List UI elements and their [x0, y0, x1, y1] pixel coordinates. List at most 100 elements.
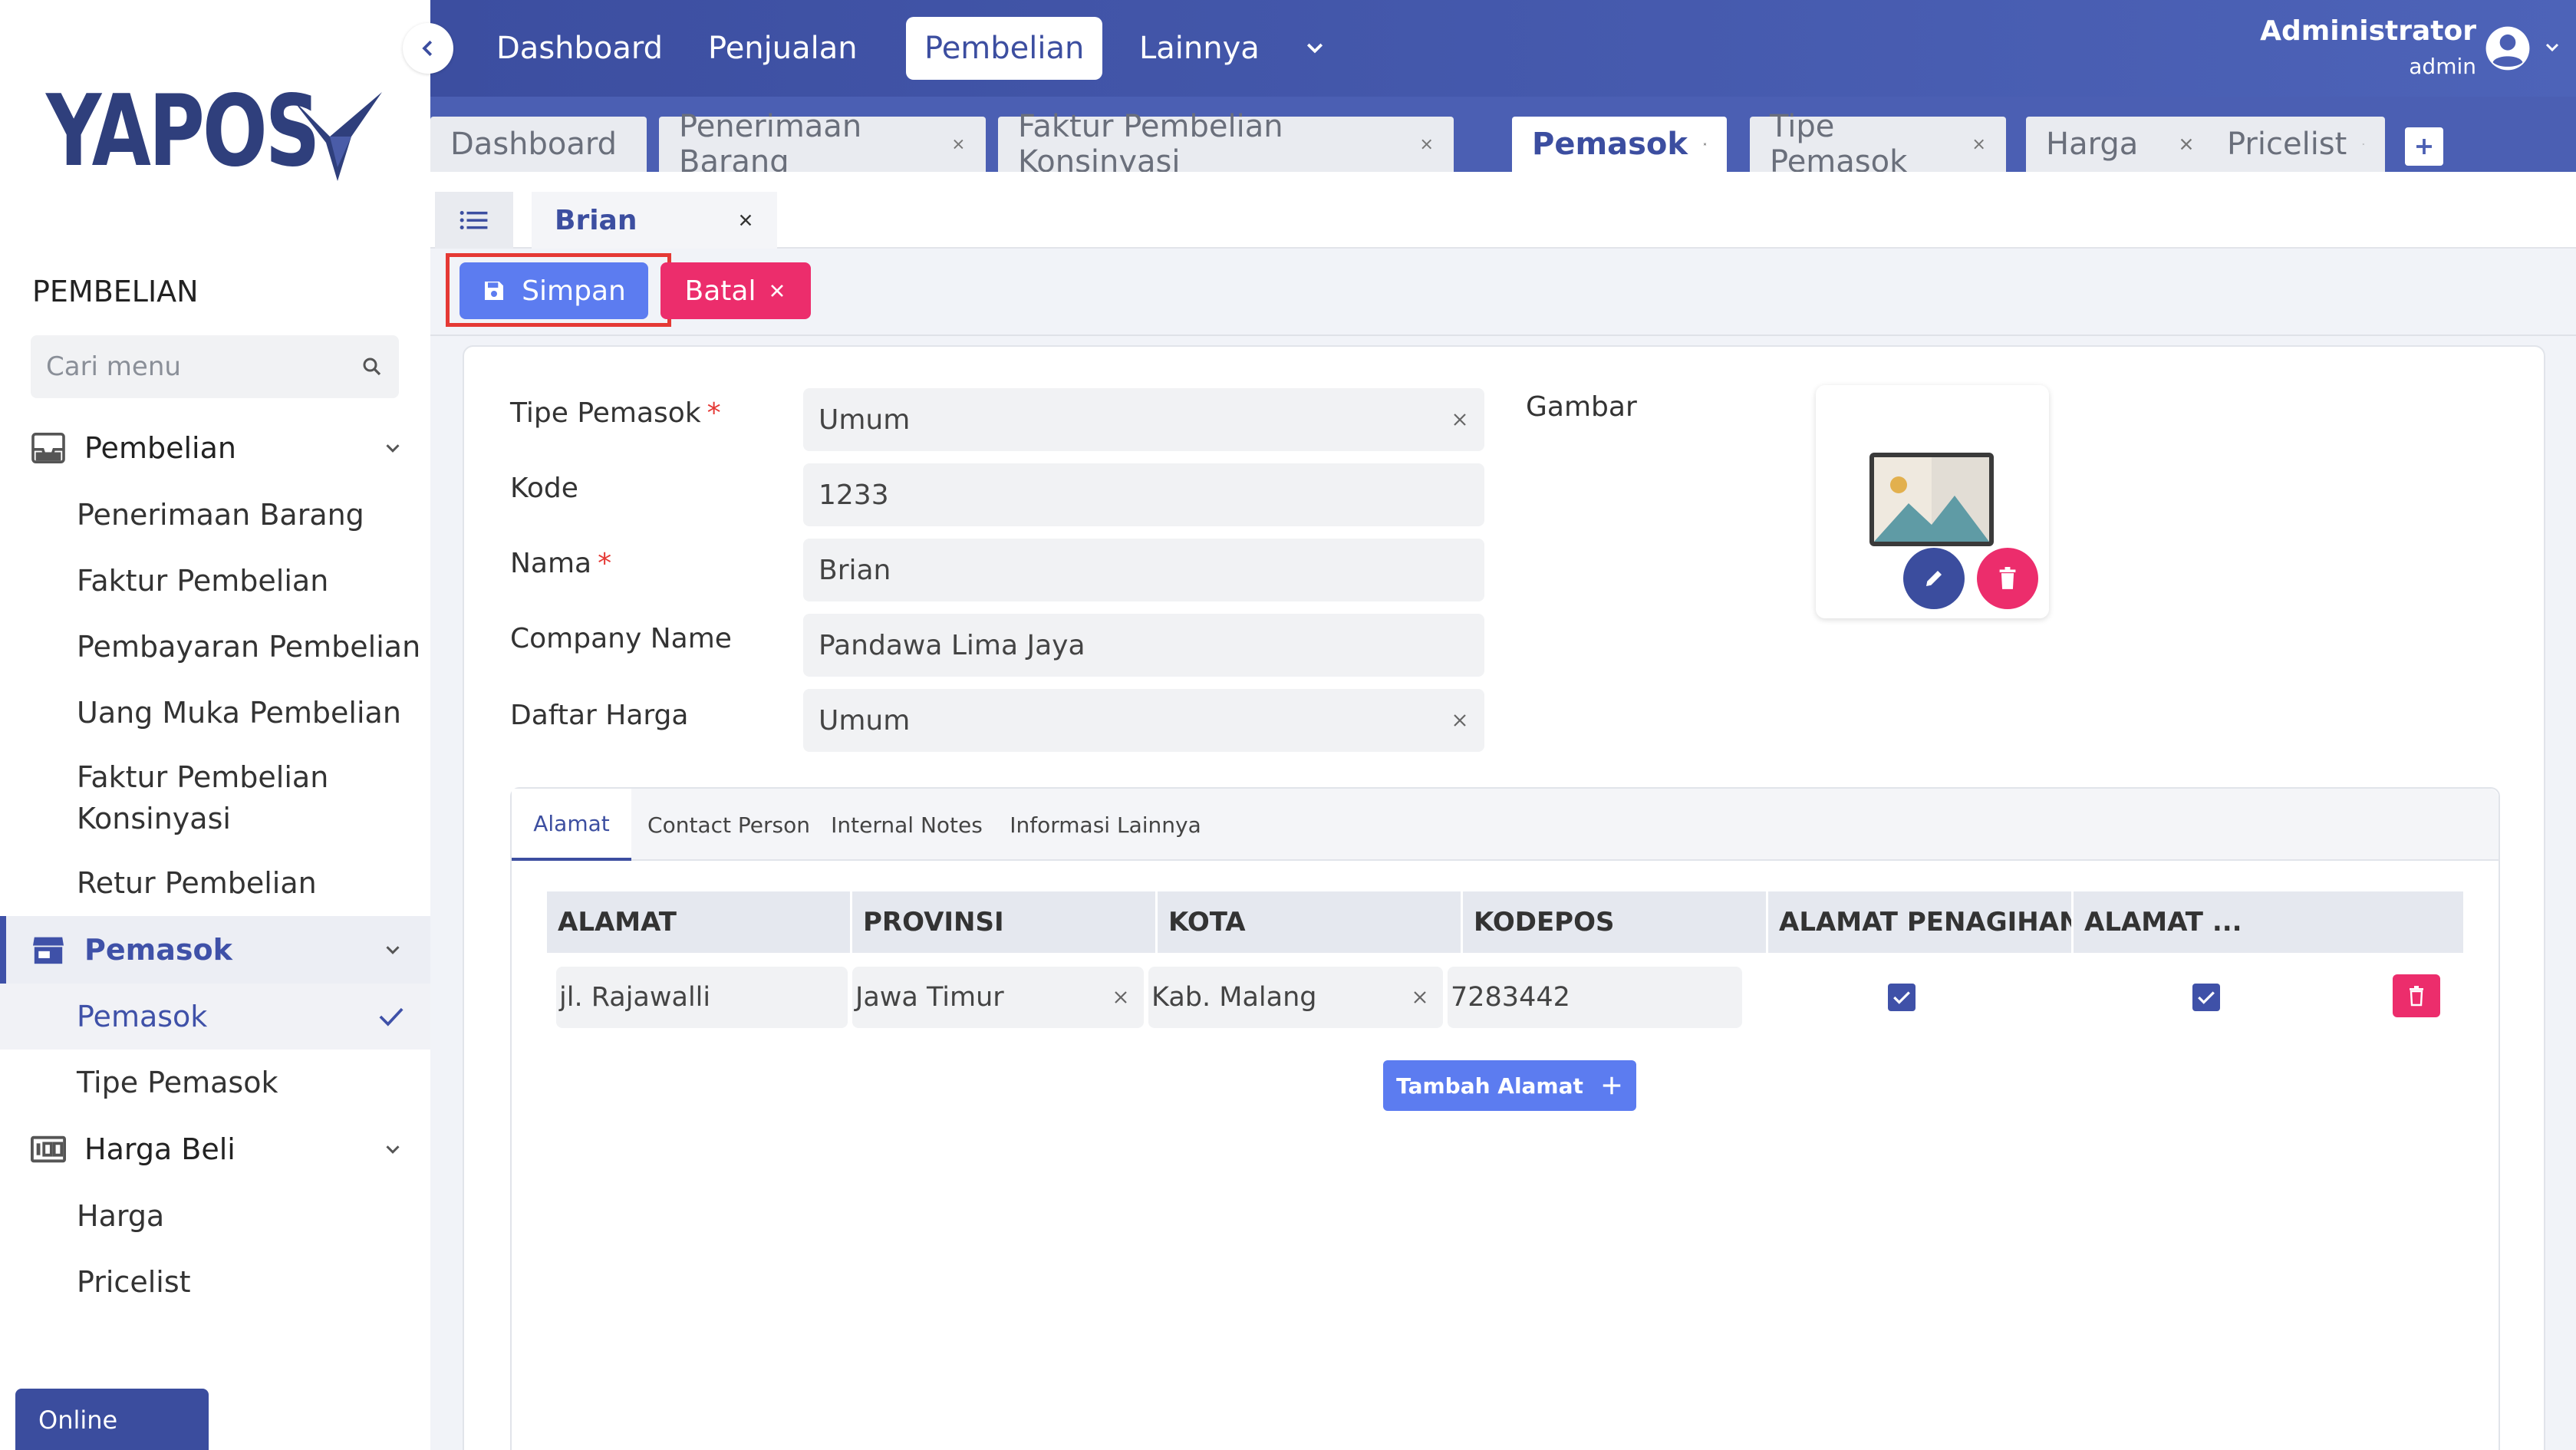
logo-text: YAPOS	[46, 74, 320, 189]
provinsi-cell-select[interactable]: Jawa Timur	[852, 967, 1144, 1028]
sidebar-item-pembayaran-pembelian[interactable]: Pembayaran Pembelian	[0, 614, 430, 680]
kode-input[interactable]: 1233	[803, 463, 1484, 526]
delete-row-button[interactable]	[2393, 974, 2440, 1017]
online-status-button[interactable]: Online	[15, 1389, 209, 1450]
column-header-alamat-lain: ALAMAT ...	[2084, 907, 2242, 938]
add-tab-button[interactable]	[2405, 127, 2443, 166]
record-tab-brian[interactable]: Brian	[532, 192, 777, 249]
alamat-lain-checkbox[interactable]	[2192, 984, 2220, 1011]
sidebar-collapse-button[interactable]	[403, 23, 453, 74]
search-icon[interactable]	[361, 355, 384, 378]
action-toolbar: Simpan Batal	[430, 249, 2576, 336]
edit-image-button[interactable]	[1903, 548, 1965, 609]
cell-value: Kab. Malang	[1151, 982, 1317, 1013]
window-tab-dashboard[interactable]: Dashboard	[430, 117, 647, 172]
window-tab-label: Harga	[2046, 127, 2139, 162]
sidebar-section-title: PEMBELIAN	[32, 275, 199, 308]
clear-icon[interactable]	[1112, 988, 1130, 1007]
check-icon	[379, 1007, 404, 1027]
price-tag-icon	[31, 1135, 66, 1163]
sidebar-item-pricelist[interactable]: Pricelist	[0, 1249, 430, 1315]
window-tab-label: Tipe Pemasok	[1770, 109, 1908, 180]
field-label-text: Tipe Pemasok	[510, 397, 701, 429]
kodepos-cell-input[interactable]: 7283442	[1448, 967, 1742, 1028]
add-address-button[interactable]: Tambah Alamat	[1383, 1060, 1636, 1111]
chevron-down-icon[interactable]	[1302, 37, 1328, 60]
clear-icon[interactable]	[1411, 988, 1429, 1007]
company-name-input[interactable]: Pandawa Lima Jaya	[803, 614, 1484, 677]
nav-dashboard[interactable]: Dashboard	[478, 17, 681, 80]
plus-icon	[1603, 1076, 1621, 1095]
save-button[interactable]: Simpan	[460, 262, 648, 319]
nama-input[interactable]: Brian	[803, 539, 1484, 601]
yapos-logo[interactable]: YAPOS	[46, 83, 394, 181]
clear-icon[interactable]	[1451, 711, 1469, 730]
column-header-alamat: ALAMAT	[547, 891, 852, 953]
tab-informasi-lainnya[interactable]: Informasi Lainnya	[1000, 789, 1211, 861]
close-icon[interactable]	[737, 212, 754, 229]
required-mark: *	[598, 548, 612, 579]
save-button-label: Simpan	[522, 275, 626, 307]
chevron-down-icon[interactable]	[2542, 38, 2562, 57]
tab-contact-person[interactable]: Contact Person	[642, 789, 815, 861]
close-icon[interactable]	[1703, 136, 1707, 153]
user-avatar-icon[interactable]	[2484, 25, 2532, 72]
sidebar-item-uang-muka-pembelian[interactable]: Uang Muka Pembelian	[0, 680, 430, 746]
window-tab-penerimaan-barang[interactable]: Penerimaan Barang	[659, 109, 986, 180]
chevron-left-icon	[422, 40, 433, 57]
window-tab-tipe-pemasok[interactable]: Tipe Pemasok	[1750, 109, 2006, 180]
sidebar-group-pemasok[interactable]: Pemasok	[0, 916, 430, 984]
add-address-label: Tambah Alamat	[1396, 1073, 1583, 1099]
inbox-icon	[31, 433, 65, 463]
window-tab-faktur-pembelian-konsinyasi[interactable]: Faktur Pembelian Konsinyasi	[998, 109, 1454, 180]
close-icon[interactable]	[1419, 136, 1434, 153]
sidebar-menu: Pembelian Penerimaan Barang Faktur Pembe…	[0, 414, 430, 1315]
close-icon[interactable]	[1972, 136, 1986, 153]
image-placeholder-icon	[1869, 453, 1994, 546]
check-icon	[1893, 991, 1910, 1004]
tab-alamat[interactable]: Alamat	[512, 789, 631, 861]
sidebar-item-label: Faktur Pembelian Konsinyasi	[77, 760, 329, 835]
sidebar-item-faktur-pembelian[interactable]: Faktur Pembelian	[0, 548, 430, 614]
top-navbar: Dashboard Penjualan Pembelian Lainnya Ad…	[403, 0, 2576, 97]
close-icon[interactable]	[951, 136, 966, 153]
window-tab-pemasok[interactable]: Pemasok	[1512, 117, 1727, 172]
nav-penjualan[interactable]: Penjualan	[690, 17, 876, 80]
cancel-button[interactable]: Batal	[660, 262, 811, 319]
sidebar-item-harga[interactable]: Harga	[0, 1183, 430, 1249]
sidebar-item-retur-pembelian[interactable]: Retur Pembelian	[0, 850, 430, 916]
list-view-tab[interactable]	[435, 192, 513, 249]
field-value: 1233	[819, 479, 889, 511]
daftar-harga-select[interactable]: Umum	[803, 689, 1484, 752]
sidebar-item-penerimaan-barang[interactable]: Penerimaan Barang	[0, 482, 430, 548]
close-icon[interactable]	[2362, 136, 2365, 153]
sidebar-item-tipe-pemasok[interactable]: Tipe Pemasok	[0, 1050, 430, 1116]
window-tab-label: Pemasok	[1532, 127, 1688, 162]
alamat-penagihan-checkbox[interactable]	[1888, 984, 1916, 1011]
tab-internal-notes[interactable]: Internal Notes	[826, 789, 987, 861]
tipe-pemasok-select[interactable]: Umum	[803, 388, 1484, 451]
bird-logo-icon	[292, 92, 382, 181]
kota-cell-select[interactable]: Kab. Malang	[1148, 967, 1443, 1028]
trash-icon	[2410, 986, 2423, 1007]
window-tab-pricelist[interactable]: Pricelist	[2207, 117, 2385, 172]
user-name[interactable]: Administrator	[2260, 15, 2476, 47]
window-tab-harga[interactable]: Harga	[2026, 117, 2215, 172]
nav-pembelian[interactable]: Pembelian	[906, 17, 1103, 80]
delete-image-button[interactable]	[1977, 548, 2038, 609]
column-header-kota: KOTA	[1158, 891, 1463, 953]
alamat-cell-input[interactable]: jl. Rajawalli	[556, 967, 848, 1028]
tipe-pemasok-label: Tipe Pemasok *	[510, 397, 721, 429]
menu-search-input[interactable]: Cari menu	[31, 335, 399, 398]
sidebar-group-pembelian[interactable]: Pembelian	[0, 414, 430, 482]
window-tab-label: Penerimaan Barang	[679, 109, 862, 180]
close-icon[interactable]	[2178, 136, 2195, 153]
sidebar-item-pemasok[interactable]: Pemasok	[0, 984, 430, 1050]
cell-value: 7283442	[1451, 982, 1570, 1013]
cancel-button-label: Batal	[684, 275, 756, 307]
nav-lainnya[interactable]: Lainnya	[1121, 17, 1278, 80]
clear-icon[interactable]	[1451, 410, 1469, 429]
table-row: jl. Rajawalli Jawa Timur Kab. Malang 728…	[547, 965, 2463, 1030]
sidebar-group-harga-beli[interactable]: Harga Beli	[0, 1116, 430, 1183]
sidebar-item-faktur-pembelian-konsinyasi[interactable]: Faktur Pembelian Konsinyasi	[0, 746, 430, 850]
